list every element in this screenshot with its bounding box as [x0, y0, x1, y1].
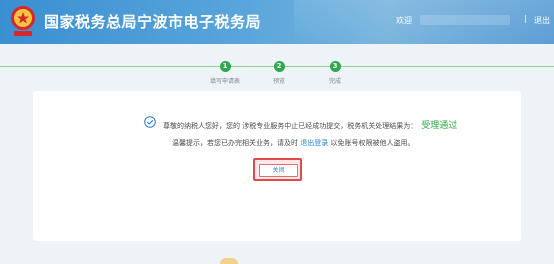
step-preview: 2 预览 [249, 52, 309, 85]
logout-link[interactable]: 退出 [534, 15, 550, 26]
result-message-text: 尊敬的纳税人您好，您的 涉税专业服务中止已经成功提交，税务机关处理结果为： [163, 122, 418, 130]
logout-tip-link[interactable]: 退出登录 [300, 139, 328, 147]
result-message: 尊敬的纳税人您好，您的 涉税专业服务中止已经成功提交，税务机关处理结果为： 受理通… [163, 118, 457, 131]
step-complete: 3 完成 [305, 52, 365, 85]
progress-steps: 1 填写申请表 2 预览 3 完成 [0, 52, 554, 88]
close-button[interactable]: 关闭 [259, 164, 298, 177]
bottom-decoration [220, 258, 238, 264]
step-number: 2 [273, 61, 285, 72]
step-label: 预览 [272, 78, 285, 85]
step-label: 填写申请表 [209, 78, 240, 85]
header-separator: | [524, 14, 527, 23]
step-label: 完成 [328, 78, 341, 85]
tip-message: 温馨提示，若您已办完相关业务，请及时 退出登录 以免账号权限被他人盗用。 [172, 138, 414, 148]
tax-emblem-icon [11, 6, 35, 36]
welcome-text: 欢迎 [396, 16, 412, 25]
site-title: 国家税务总局宁波市电子税务局 [44, 13, 262, 31]
result-card: 尊敬的纳税人您好，您的 涉税专业服务中止已经成功提交，税务机关处理结果为： 受理通… [33, 91, 521, 241]
tip-prefix: 温馨提示，若您已办完相关业务，请及时 [172, 139, 298, 147]
step-fill-form: 1 填写申请表 [195, 52, 255, 85]
success-check-icon [144, 116, 156, 128]
close-button-highlight: 关闭 [253, 158, 302, 181]
tip-suffix: 以免账号权限被他人盗用。 [330, 139, 415, 147]
top-header: 国家税务总局宁波市电子税务局 欢迎 | 退出 [0, 0, 554, 44]
username-redacted [420, 15, 510, 25]
step-number: 1 [219, 61, 231, 72]
result-status: 受理通过 [421, 121, 458, 131]
step-number: 3 [329, 61, 341, 72]
